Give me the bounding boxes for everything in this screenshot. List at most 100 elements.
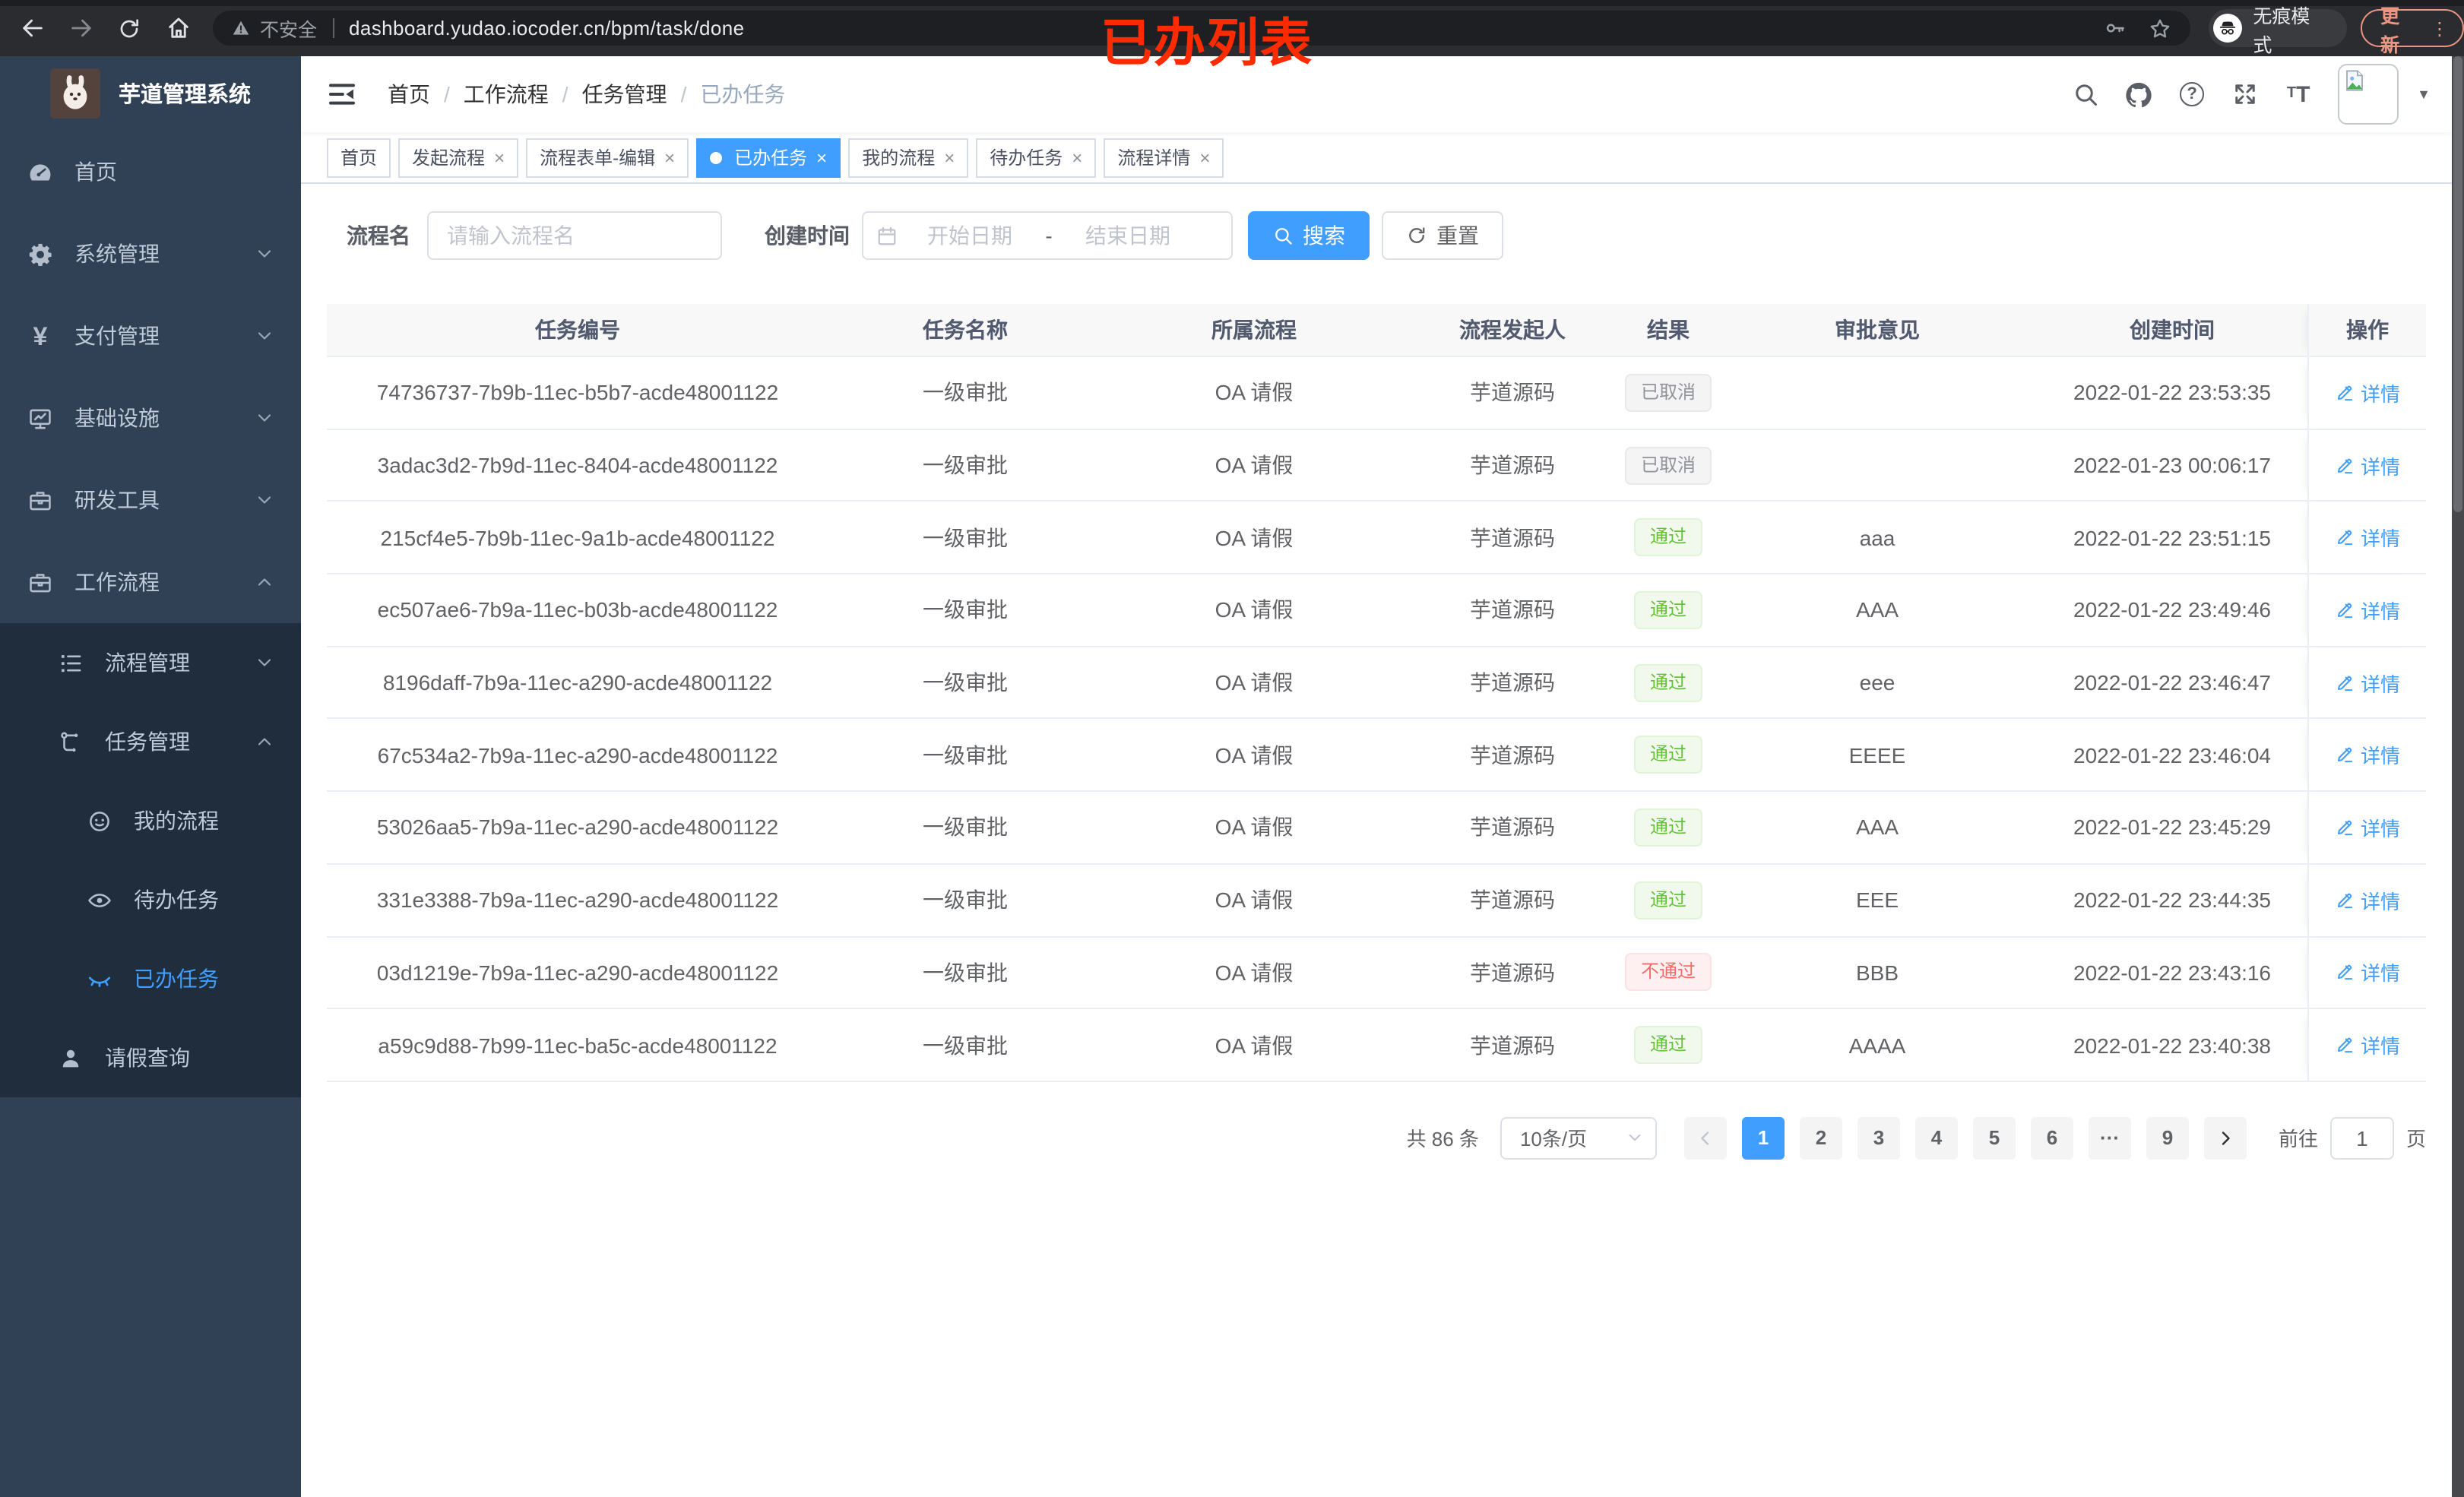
app-frame: 芋道管理系统 首页 系统管理 ¥ 支付管理 基础设施 研发工具 工作流程 流程管… (0, 56, 2464, 1497)
sidebar-item-infra[interactable]: 基础设施 (0, 377, 301, 459)
update-label[interactable]: 更新 (2380, 0, 2418, 57)
cell-task-id: 8196daff-7b9a-11ec-a290-acde48001122 (382, 670, 773, 695)
goto-page-input[interactable] (2329, 1116, 2394, 1160)
page-button-5[interactable]: 5 (1972, 1116, 2016, 1160)
sidebar-submenu-workflow: 流程管理 任务管理 我的流程 待办任务 已办任务 请假查询 (0, 623, 301, 1097)
sidebar-item-my-process[interactable]: 我的流程 (0, 781, 301, 860)
github-icon[interactable] (2125, 81, 2152, 108)
process-name-label: 流程名 (347, 223, 410, 248)
next-page-button[interactable] (2203, 1116, 2247, 1160)
sidebar-item-todo-tasks[interactable]: 待办任务 (0, 860, 301, 939)
sidebar-item-home[interactable]: 首页 (0, 131, 301, 213)
scrollbar-thumb[interactable] (2453, 56, 2462, 512)
home-icon[interactable] (161, 11, 195, 45)
detail-link[interactable]: 详情 (2335, 378, 2400, 407)
fullscreen-icon[interactable] (2231, 81, 2259, 108)
back-icon[interactable] (15, 11, 49, 45)
caret-down-icon[interactable]: ▼ (2417, 87, 2431, 102)
cell-flow: OA 请假 (1215, 960, 1294, 985)
sidebar-item-devtools[interactable]: 研发工具 (0, 459, 301, 541)
date-range-picker[interactable]: - (862, 211, 1233, 260)
close-icon[interactable]: × (664, 148, 675, 166)
page-button-3[interactable]: 3 (1857, 1116, 1900, 1160)
chevron-down-icon (255, 409, 274, 427)
browser-menu-icon[interactable]: ⋮ (2431, 17, 2449, 39)
sidebar-item-payment[interactable]: ¥ 支付管理 (0, 295, 301, 377)
page-size-select[interactable]: 10条/页 (1500, 1116, 1657, 1160)
pen-icon (2335, 745, 2355, 765)
page-button-2[interactable]: 2 (1799, 1116, 1842, 1160)
tab-done-tasks[interactable]: 已办任务 × (696, 138, 841, 177)
url-text[interactable]: dashboard.yudao.iocoder.cn/bpm/task/done (349, 17, 744, 40)
avatar[interactable] (2338, 64, 2399, 125)
sidebar-item-label: 首页 (74, 160, 117, 184)
breadcrumb-workflow[interactable]: 工作流程 (464, 79, 549, 109)
help-icon[interactable]: ? (2178, 81, 2206, 108)
detail-link[interactable]: 详情 (2335, 451, 2400, 479)
cell-opinion: eee (1859, 670, 1896, 695)
star-icon[interactable] (2148, 16, 2172, 40)
page-button-1[interactable]: 1 (1741, 1116, 1785, 1160)
process-name-input[interactable] (427, 211, 722, 260)
gear-icon (27, 241, 53, 267)
breadcrumb-home[interactable]: 首页 (388, 79, 430, 109)
table-row: 67c534a2-7b9a-11ec-a290-acde48001122 一级审… (327, 719, 2426, 793)
tab-start-process[interactable]: 发起流程 × (398, 138, 519, 177)
dashboard-icon (27, 159, 53, 185)
cell-opinion: BBB (1855, 960, 1899, 985)
sidebar-item-workflow[interactable]: 工作流程 (0, 541, 301, 623)
prev-page-button[interactable] (1683, 1116, 1727, 1160)
sidebar-item-task-mgmt[interactable]: 任务管理 (0, 702, 301, 781)
key-icon[interactable] (2104, 17, 2127, 40)
cell-task-name: 一级审批 (923, 960, 1008, 985)
forward-icon[interactable] (64, 11, 97, 45)
cell-flow: OA 请假 (1215, 380, 1294, 405)
sidebar-item-label: 研发工具 (74, 488, 160, 512)
sidebar-item-label: 基础设施 (74, 406, 160, 430)
tab-my-process[interactable]: 我的流程 × (848, 138, 969, 177)
sidebar-item-leave-query[interactable]: 请假查询 (0, 1018, 301, 1097)
close-icon[interactable]: × (1199, 148, 1210, 166)
page-button-6[interactable]: 6 (2030, 1116, 2073, 1160)
end-date-input[interactable] (1063, 223, 1193, 248)
detail-link[interactable]: 详情 (2335, 668, 2400, 697)
font-size-icon[interactable]: TT (2285, 81, 2312, 108)
cell-starter: 芋道源码 (1470, 670, 1555, 695)
detail-link[interactable]: 详情 (2335, 1030, 2400, 1059)
tab-process-detail[interactable]: 流程详情 × (1104, 138, 1224, 177)
search-button[interactable]: 搜索 (1248, 211, 1370, 260)
detail-link[interactable]: 详情 (2335, 813, 2400, 842)
tab-form-edit[interactable]: 流程表单-编辑 × (526, 138, 689, 177)
sidebar-item-system[interactable]: 系统管理 (0, 213, 301, 295)
start-date-input[interactable] (904, 223, 1035, 248)
browser-chrome: 不安全 dashboard.yudao.iocoder.cn/bpm/task/… (0, 0, 2464, 73)
reload-icon[interactable] (112, 11, 146, 45)
close-icon[interactable]: × (494, 148, 505, 166)
reset-button[interactable]: 重置 (1382, 211, 1503, 260)
sidebar-logo-row[interactable]: 芋道管理系统 (0, 56, 301, 131)
detail-link[interactable]: 详情 (2335, 596, 2400, 625)
sidebar-collapse-icon[interactable] (327, 79, 357, 109)
tab-todo-tasks[interactable]: 待办任务 × (976, 138, 1097, 177)
detail-link[interactable]: 详情 (2335, 885, 2400, 914)
browser-scrollbar[interactable] (2452, 56, 2464, 1497)
main-area: 首页 / 工作流程 / 任务管理 / 已办任务 ? TT ▼ 首页 发起流程 ×… (301, 56, 2464, 1497)
page-ellipsis[interactable]: ··· (2088, 1116, 2131, 1160)
browser-update-button[interactable]: 更新 ⋮ (2361, 5, 2464, 55)
tree-list-icon (58, 650, 84, 676)
sidebar-item-done-tasks[interactable]: 已办任务 (0, 939, 301, 1018)
breadcrumb-task-mgmt[interactable]: 任务管理 (582, 79, 667, 109)
detail-link[interactable]: 详情 (2335, 523, 2400, 552)
tab-home[interactable]: 首页 (327, 138, 391, 177)
sidebar-item-process-mgmt[interactable]: 流程管理 (0, 623, 301, 702)
close-icon[interactable]: × (1072, 148, 1082, 166)
url-separator (332, 18, 334, 38)
detail-link[interactable]: 详情 (2335, 958, 2400, 987)
detail-link[interactable]: 详情 (2335, 741, 2400, 770)
page-button-9[interactable]: 9 (2146, 1116, 2189, 1160)
close-icon[interactable]: × (816, 148, 827, 166)
page-button-4[interactable]: 4 (1915, 1116, 1958, 1160)
close-icon[interactable]: × (944, 148, 955, 166)
search-icon[interactable] (2072, 81, 2099, 108)
security-status[interactable]: 不安全 (231, 14, 317, 43)
